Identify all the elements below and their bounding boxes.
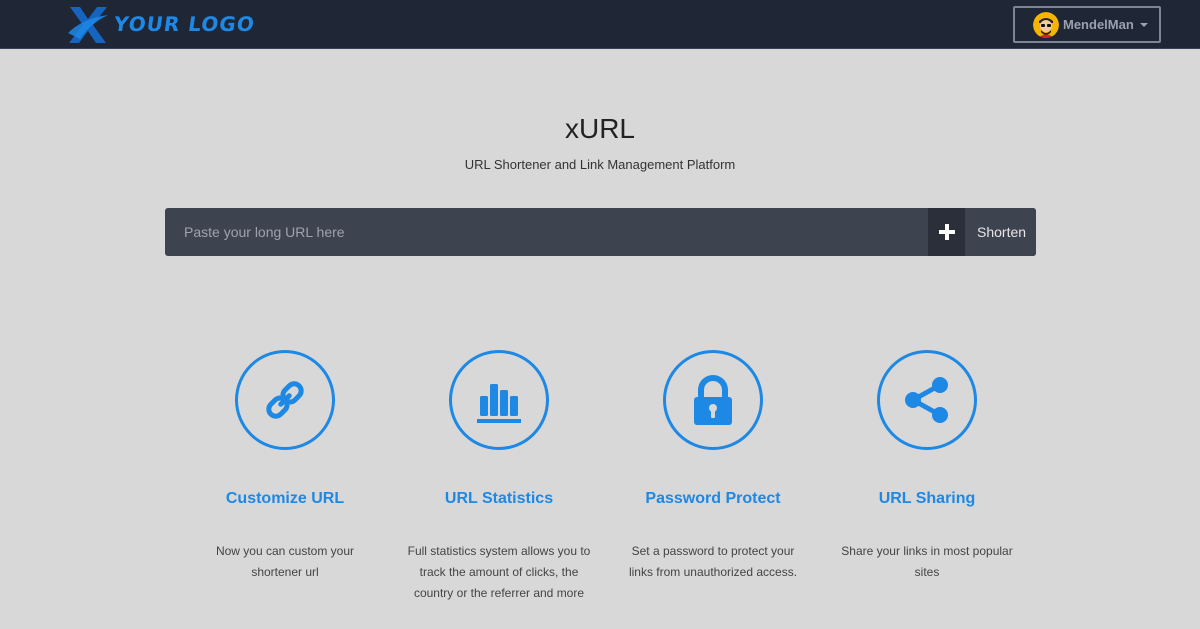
- feature-description: Now you can custom your shortener url: [215, 544, 355, 579]
- long-url-input[interactable]: [165, 208, 928, 256]
- feature-description: Set a password to protect your links fro…: [628, 544, 798, 579]
- user-menu-button[interactable]: MendelMan: [1013, 6, 1161, 43]
- logo-text: YOUR LOGO: [112, 12, 257, 36]
- link-icon: [266, 381, 304, 419]
- feature-password-protect: Password Protect Set a password to prote…: [606, 350, 820, 604]
- caret-down-icon: [1139, 22, 1148, 27]
- page-subtitle: URL Shortener and Link Management Platfo…: [464, 157, 736, 172]
- lock-icon: [694, 375, 732, 425]
- feature-icon-circle: [449, 350, 549, 450]
- bar-chart-icon: [477, 384, 521, 423]
- feature-title[interactable]: Customize URL: [226, 490, 344, 508]
- logo-x-icon: [68, 7, 108, 43]
- feature-title[interactable]: Password Protect: [645, 490, 780, 508]
- feature-title[interactable]: URL Sharing: [879, 490, 976, 508]
- feature-icon-circle: [235, 350, 335, 450]
- feature-description: Share your links in most popular sites: [841, 544, 1013, 579]
- shorten-form: Shorten: [165, 208, 1036, 256]
- feature-url-sharing: URL Sharing Share your links in most pop…: [820, 350, 1034, 604]
- feature-icon-circle: [877, 350, 977, 450]
- feature-customize-url: Customize URL Now you can custom your sh…: [178, 350, 392, 604]
- feature-url-statistics: URL Statistics Full statistics system al…: [392, 350, 606, 604]
- plus-icon: [938, 224, 955, 240]
- top-navbar: YOUR LOGO MendelMan: [0, 0, 1200, 49]
- features-section: Customize URL Now you can custom your sh…: [178, 350, 1034, 604]
- user-name: MendelMan: [1063, 17, 1134, 32]
- logo[interactable]: YOUR LOGO: [66, 3, 257, 45]
- user-avatar-icon: [1033, 11, 1059, 38]
- shorten-button[interactable]: Shorten: [965, 208, 1036, 256]
- feature-description: Full statistics system allows you to tra…: [407, 544, 591, 600]
- page-title: xURL: [564, 113, 635, 144]
- feature-icon-circle: [663, 350, 763, 450]
- share-icon: [905, 377, 948, 423]
- feature-title[interactable]: URL Statistics: [445, 490, 553, 508]
- options-plus-button[interactable]: [928, 208, 965, 256]
